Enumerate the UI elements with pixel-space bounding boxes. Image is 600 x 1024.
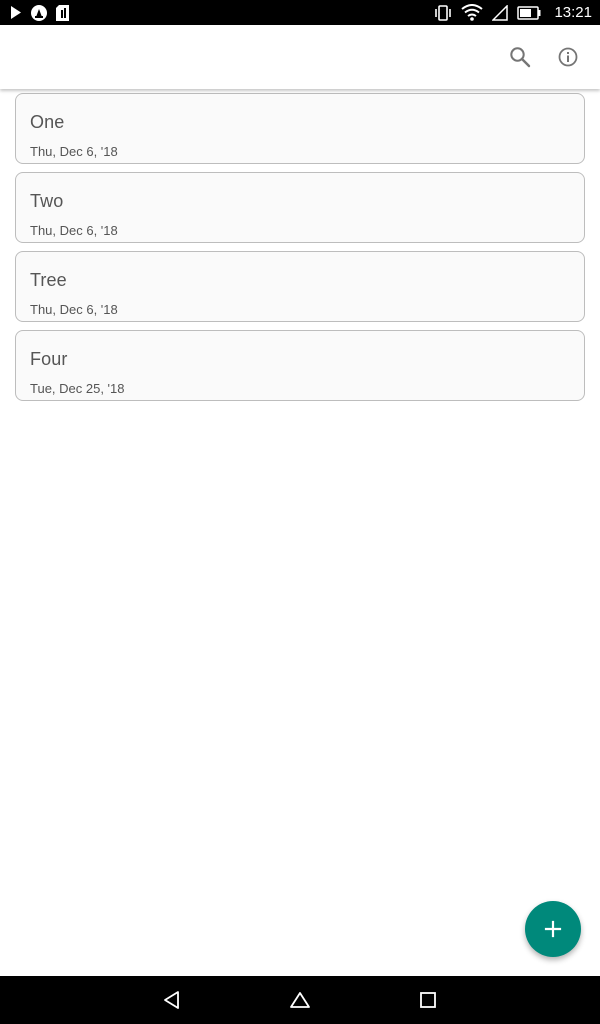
search-icon: [509, 46, 531, 68]
add-note-button[interactable]: [525, 901, 581, 957]
search-button[interactable]: [508, 45, 532, 69]
notification-icon: [31, 0, 47, 25]
note-card-two[interactable]: Two Thu, Dec 6, '18: [15, 172, 585, 243]
vibrate-icon: [434, 0, 452, 25]
sd-card-icon: [56, 0, 69, 25]
note-title: One: [30, 112, 65, 132]
screen: 13:21 One Thu, Dec 6, '18 Two Thu, Dec 6…: [0, 0, 600, 1024]
note-date: Tue, Dec 25, '18: [30, 381, 125, 396]
note-title: Tree: [30, 270, 67, 290]
home-button[interactable]: [288, 988, 312, 1012]
wifi-icon: [461, 0, 484, 25]
note-date: Thu, Dec 6, '18: [30, 223, 118, 238]
navigation-bar: [0, 976, 600, 1024]
note-card-four[interactable]: Four Tue, Dec 25, '18: [15, 330, 585, 401]
status-time: 13:21: [554, 4, 592, 21]
home-icon: [289, 990, 311, 1010]
note-date: Thu, Dec 6, '18: [30, 302, 118, 317]
note-title: Four: [30, 349, 68, 369]
signal-icon: [492, 0, 509, 25]
status-bar-right: 13:21: [434, 0, 592, 25]
app-bar: [0, 25, 600, 89]
note-list: One Thu, Dec 6, '18 Two Thu, Dec 6, '18 …: [15, 93, 585, 409]
back-button[interactable]: [160, 988, 184, 1012]
note-title: Two: [30, 191, 64, 211]
recents-button[interactable]: [416, 988, 440, 1012]
recents-icon: [419, 991, 437, 1009]
play-store-icon: [10, 0, 22, 25]
note-card-one[interactable]: One Thu, Dec 6, '18: [15, 93, 585, 164]
status-bar-left: [10, 0, 69, 25]
info-icon: [557, 46, 579, 68]
note-card-tree[interactable]: Tree Thu, Dec 6, '18: [15, 251, 585, 322]
plus-icon: [544, 920, 562, 938]
battery-icon: [517, 0, 541, 25]
info-button[interactable]: [556, 45, 580, 69]
status-bar: 13:21: [0, 0, 600, 25]
note-date: Thu, Dec 6, '18: [30, 144, 118, 159]
back-icon: [162, 990, 182, 1010]
